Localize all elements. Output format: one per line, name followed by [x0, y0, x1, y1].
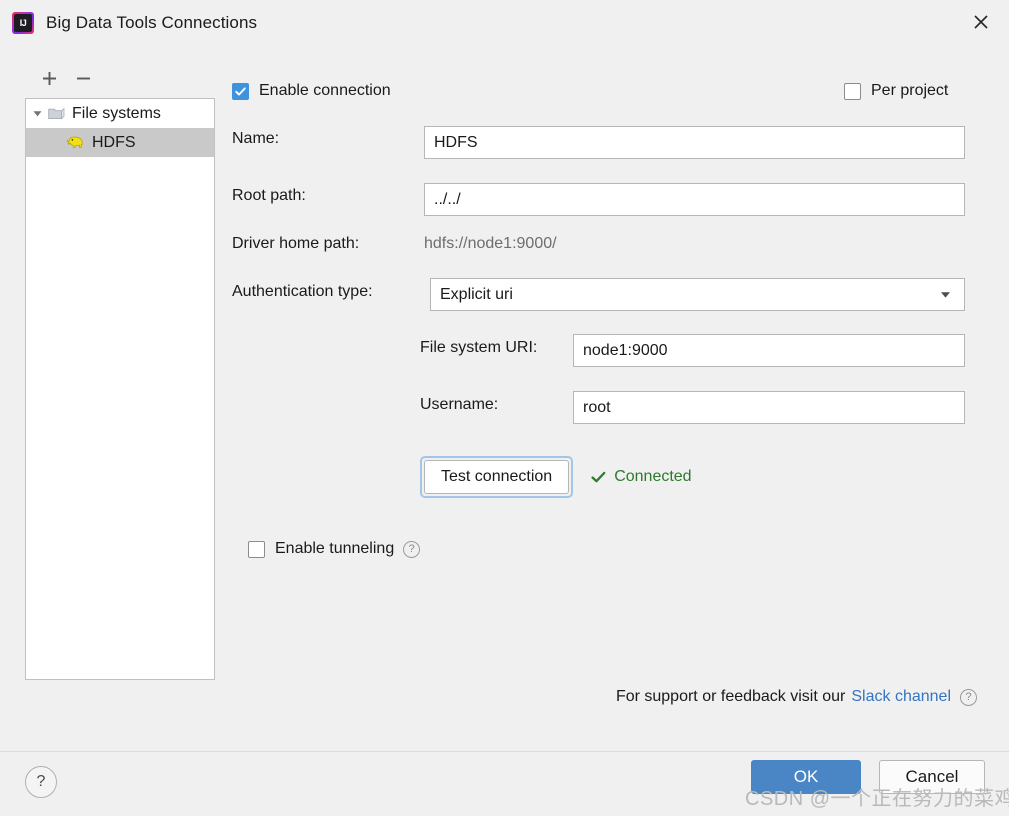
enable-tunneling-label: Enable tunneling — [275, 540, 395, 557]
csdn-watermark: CSDN @一个正在努力的菜鸡 — [745, 788, 1009, 810]
authentication-type-label-wrap: Authentication type: — [232, 283, 373, 301]
root-path-input-value: ../../ — [434, 190, 461, 208]
minus-icon — [75, 70, 92, 87]
root-path-input[interactable]: ../../ — [424, 183, 965, 216]
folder-icon — [48, 106, 65, 121]
title-bar: IJ Big Data Tools Connections — [0, 0, 1009, 46]
driver-home-path-value: hdfs://node1:9000/ — [424, 235, 557, 252]
remove-connection-button[interactable] — [70, 66, 96, 92]
enable-connection-checkbox[interactable] — [232, 82, 249, 100]
file-system-uri-label-wrap: File system URI: — [420, 339, 537, 357]
help-button[interactable]: ? — [25, 766, 57, 798]
authentication-type-label: Authentication type: — [232, 283, 373, 300]
name-label-wrap: Name: — [232, 130, 279, 148]
question-mark-icon[interactable]: ? — [960, 688, 977, 706]
driver-home-path-label: Driver home path: — [232, 235, 360, 252]
enable-tunneling-row[interactable]: Enable tunneling ? — [248, 540, 421, 558]
close-icon — [972, 13, 990, 31]
tree-toolbar — [25, 62, 215, 95]
name-label: Name: — [232, 130, 280, 147]
tree-item-label: File systems — [72, 104, 161, 122]
question-mark-icon[interactable]: ? — [403, 540, 421, 558]
window-title: Big Data Tools Connections — [46, 13, 258, 32]
username-label-wrap: Username: — [420, 396, 498, 414]
authentication-type-value: Explicit uri — [440, 285, 513, 303]
close-button[interactable] — [953, 0, 1009, 44]
driver-home-path-value-wrap: hdfs://node1:9000/ — [424, 235, 557, 253]
authentication-type-select[interactable]: Explicit uri — [430, 278, 965, 311]
test-connection-focus-ring: Test connection — [420, 456, 574, 498]
driver-home-path-row: Driver home path: — [232, 235, 359, 253]
connection-status: Connected — [591, 468, 692, 486]
file-system-uri-input-value: node1:9000 — [583, 341, 668, 359]
name-input-value: HDFS — [434, 133, 478, 151]
file-system-uri-input[interactable]: node1:9000 — [573, 334, 965, 367]
support-text: For support or feedback visit our — [615, 688, 846, 705]
username-input[interactable]: root — [573, 391, 965, 424]
test-connection-row: Test connection Connected — [420, 456, 692, 498]
tree-item-file-systems[interactable]: File systems — [26, 99, 214, 128]
chevron-down-icon[interactable] — [939, 288, 952, 301]
name-input[interactable]: HDFS — [424, 126, 965, 159]
per-project-label: Per project — [871, 82, 949, 99]
username-label: Username: — [420, 396, 499, 413]
connections-tree[interactable]: File systems HDFS — [25, 98, 215, 680]
root-path-label-wrap: Root path: — [232, 187, 306, 205]
file-system-uri-label: File system URI: — [420, 339, 538, 356]
enable-connection-label: Enable connection — [259, 82, 391, 99]
per-project-checkbox[interactable] — [844, 82, 861, 100]
tree-item-label: HDFS — [92, 133, 136, 151]
test-connection-button[interactable]: Test connection — [424, 460, 570, 494]
slack-channel-link[interactable]: Slack channel — [851, 688, 951, 706]
chevron-down-icon[interactable] — [26, 108, 48, 119]
tree-item-hdfs[interactable]: HDFS — [26, 128, 214, 157]
username-input-value: root — [583, 398, 611, 416]
plus-icon — [41, 70, 58, 87]
hadoop-elephant-icon — [66, 135, 85, 150]
connection-status-label: Connected — [614, 468, 692, 485]
support-line: For support or feedback visit our Slack … — [616, 688, 977, 706]
per-project-row[interactable]: Per project — [844, 82, 948, 100]
intellij-idea-icon: IJ — [12, 12, 34, 34]
checkmark-icon — [591, 470, 606, 485]
enable-connection-row[interactable]: Enable connection — [232, 82, 391, 100]
root-path-label: Root path: — [232, 187, 306, 204]
enable-tunneling-checkbox[interactable] — [248, 540, 265, 558]
add-connection-button[interactable] — [36, 66, 62, 92]
